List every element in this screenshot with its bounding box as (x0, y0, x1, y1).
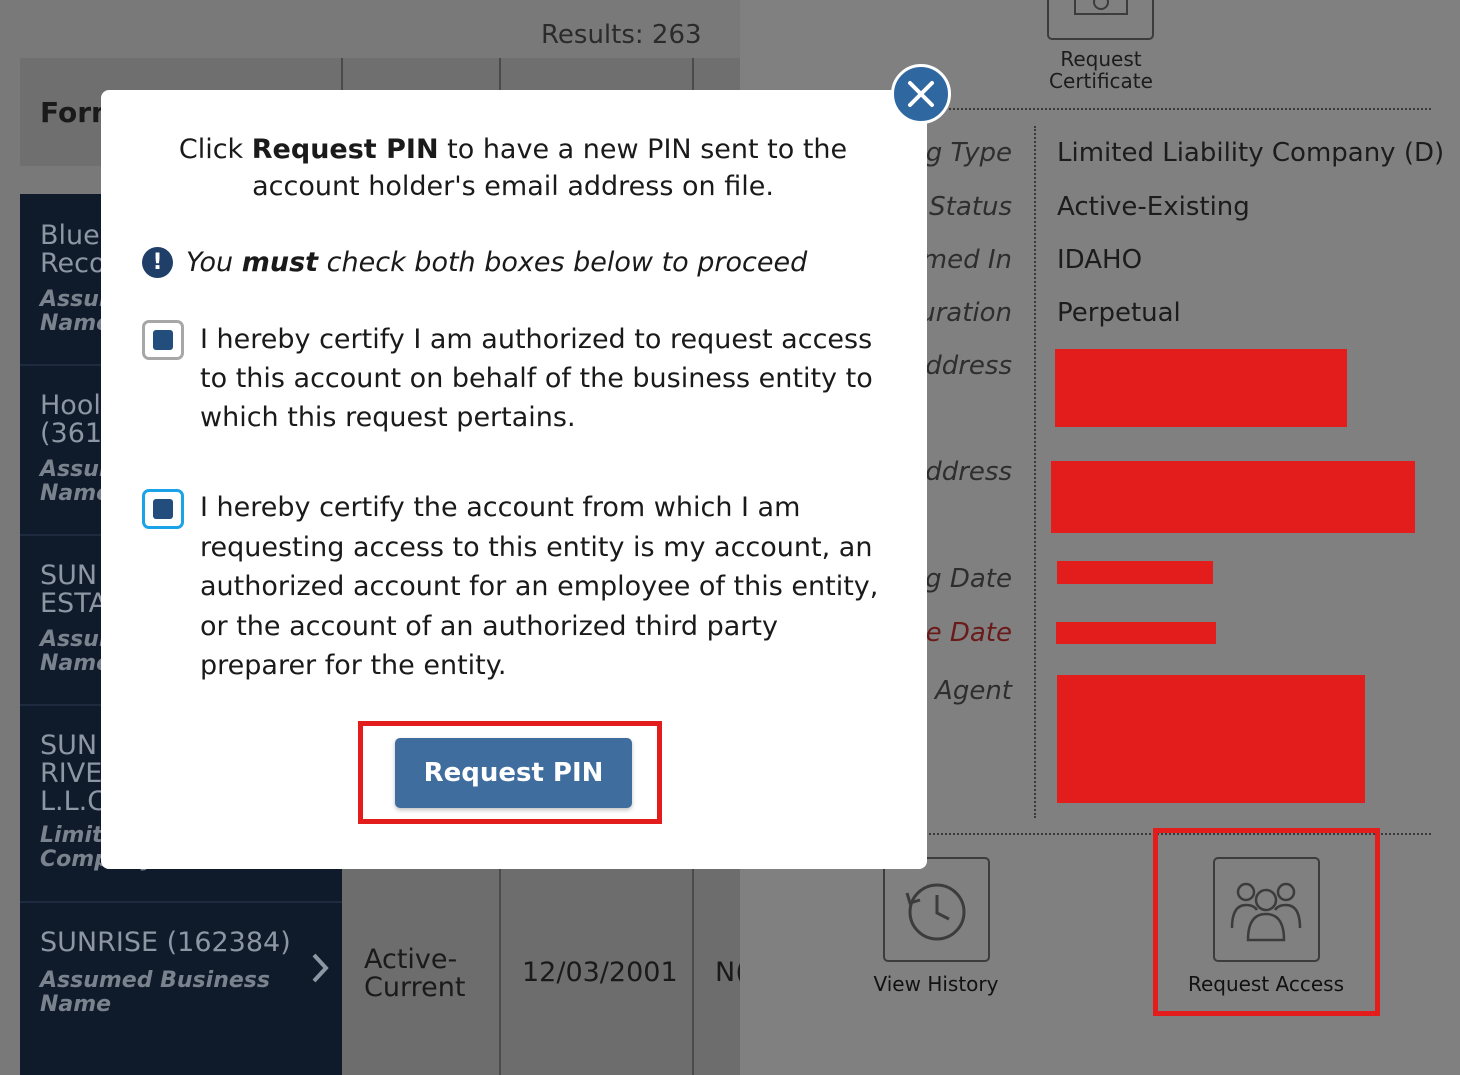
modal-intro: Click Request PIN to have a new PIN sent… (140, 131, 886, 205)
certify-authorized-label[interactable]: I hereby certify I am authorized to requ… (200, 320, 890, 437)
status-cell: Active- Current (364, 944, 466, 1003)
highlight-box (1153, 828, 1380, 1016)
view-history-button[interactable]: View History (862, 857, 1010, 996)
redaction (1055, 349, 1347, 427)
date-cell: 12/03/2001 (522, 957, 678, 988)
entity-name[interactable]: SUN ESTA (40, 562, 107, 618)
certify-account-checkbox[interactable] (142, 489, 184, 529)
warning-message: ! You must check both boxes below to pro… (142, 247, 807, 278)
history-icon[interactable] (882, 857, 990, 962)
redaction (1057, 561, 1213, 584)
exclamation-icon: ! (142, 247, 173, 278)
redaction (1056, 622, 1216, 644)
close-button[interactable] (891, 64, 951, 124)
field-label: Status (929, 192, 1012, 222)
redaction (1057, 675, 1365, 803)
chevron-right-icon[interactable] (310, 951, 330, 994)
entity-name[interactable]: Blue Reco (40, 222, 106, 278)
formed-in-value: IDAHO (1057, 245, 1143, 275)
intro-prefix: Click (178, 134, 252, 165)
close-icon[interactable] (906, 79, 936, 109)
request-certificate-label[interactable]: Request Certificate (1048, 48, 1154, 92)
certify-authorized-checkbox[interactable] (142, 320, 184, 360)
warning-bold: must (241, 247, 319, 278)
field-label: uration (919, 298, 1012, 328)
intro-bold: Request PIN (251, 134, 439, 165)
redaction (1051, 461, 1415, 533)
checkbox-check (153, 330, 173, 350)
entity-name[interactable]: SUNRISE (162384) (40, 929, 291, 957)
certificate-icon[interactable] (1047, 0, 1154, 40)
entity-type-value: Limited Liability Company (D) (1057, 138, 1445, 168)
extra-cell: N( (715, 959, 740, 987)
warning-prefix: You (186, 247, 242, 278)
view-history-label[interactable]: View History (862, 972, 1010, 996)
status-value: Active-Existing (1057, 192, 1250, 222)
highlight-box (358, 721, 662, 824)
checkbox-check (153, 499, 173, 519)
certify-account-label[interactable]: I hereby certify the account from which … (200, 488, 890, 686)
divider (1034, 126, 1036, 818)
divider (922, 108, 1431, 110)
results-count: Results: 263 (541, 20, 702, 50)
entity-name[interactable]: SUN RIVE L.L.C (40, 732, 106, 816)
duration-value: Perpetual (1057, 298, 1181, 328)
row-divider (20, 901, 342, 903)
entity-type: Assumed Business Name (40, 968, 270, 1017)
warning-suffix: check both boxes below to proceed (318, 247, 808, 278)
